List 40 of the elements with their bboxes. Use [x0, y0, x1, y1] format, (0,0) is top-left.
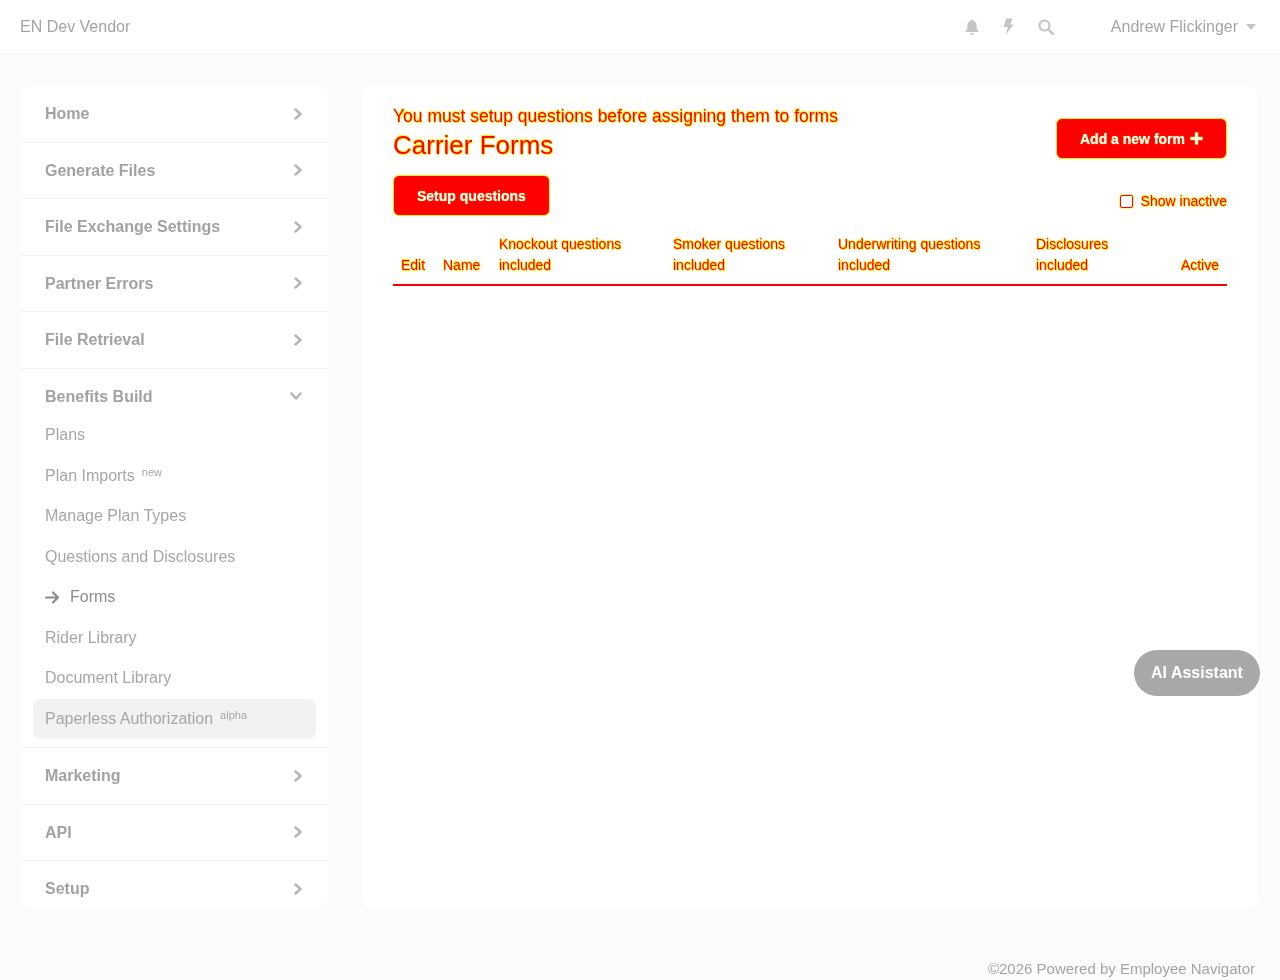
footer-text: ©2026 Powered by Employee Navigator: [987, 959, 1255, 979]
sidebar-subitem[interactable]: Plan Imports $^{new}$: [33, 455, 316, 496]
sidebar-item[interactable]: Benefits Build: [21, 368, 328, 415]
brand-name: EN Dev Vendor: [20, 17, 131, 36]
column-header: Edit: [400, 256, 427, 275]
sidebar-subitem[interactable]: Document Library: [33, 658, 316, 699]
column-header: Active: [1179, 256, 1220, 275]
add-form-button[interactable]: Add a new form: [1056, 118, 1227, 159]
plus-icon: [1190, 132, 1203, 145]
sidebar-item[interactable]: Home: [21, 86, 328, 143]
sidebar-subitem[interactable]: Plans: [33, 415, 316, 456]
checkbox[interactable]: [1119, 194, 1133, 208]
column-header: Disclosures included: [1035, 235, 1110, 275]
sidebar-subitem[interactable]: Questions and Disclosures: [33, 536, 316, 577]
sidebar-item[interactable]: Partner Errors: [21, 255, 328, 312]
sidebar-subitem[interactable]: Forms: [33, 577, 316, 618]
sidebar-item[interactable]: Setup: [21, 861, 328, 908]
column-header: Knockout questions included: [498, 235, 623, 275]
sidebar-item[interactable]: File Exchange Settings: [21, 199, 328, 256]
bell-icon[interactable]: [964, 18, 979, 35]
user-menu[interactable]: Andrew Flickinger: [1110, 17, 1256, 36]
sidebar-subitem[interactable]: Paperless Authorization $^{alpha}$: [33, 698, 316, 739]
arrow-right-icon: [45, 590, 60, 604]
alert-message: You must setup questions before assigning them to forms: [393, 107, 838, 125]
sidebar-item[interactable]: File Retrieval: [21, 312, 328, 369]
setup-questions-button[interactable]: Setup questions: [393, 175, 550, 216]
sidebar-item[interactable]: Marketing: [21, 748, 328, 805]
column-header: Smoker questions included: [672, 235, 787, 275]
sidebar-subitem[interactable]: Rider Library: [33, 617, 316, 658]
search-icon[interactable]: [1037, 18, 1054, 35]
page-title: Carrier Forms: [393, 131, 554, 158]
lightning-bolt-icon[interactable]: [1002, 18, 1014, 35]
caret-down-icon: [1246, 23, 1256, 30]
sidebar-item[interactable]: API: [21, 804, 328, 861]
ai-assistant-button[interactable]: AI Assistant: [1134, 650, 1260, 696]
checkbox-label[interactable]: Show inactive: [1140, 193, 1227, 209]
sidebar-item[interactable]: Generate Files: [21, 142, 328, 199]
sidebar-subitem[interactable]: Manage Plan Types: [33, 496, 316, 537]
column-header: Underwriting questions included: [837, 235, 982, 275]
column-header: Name: [442, 256, 482, 275]
